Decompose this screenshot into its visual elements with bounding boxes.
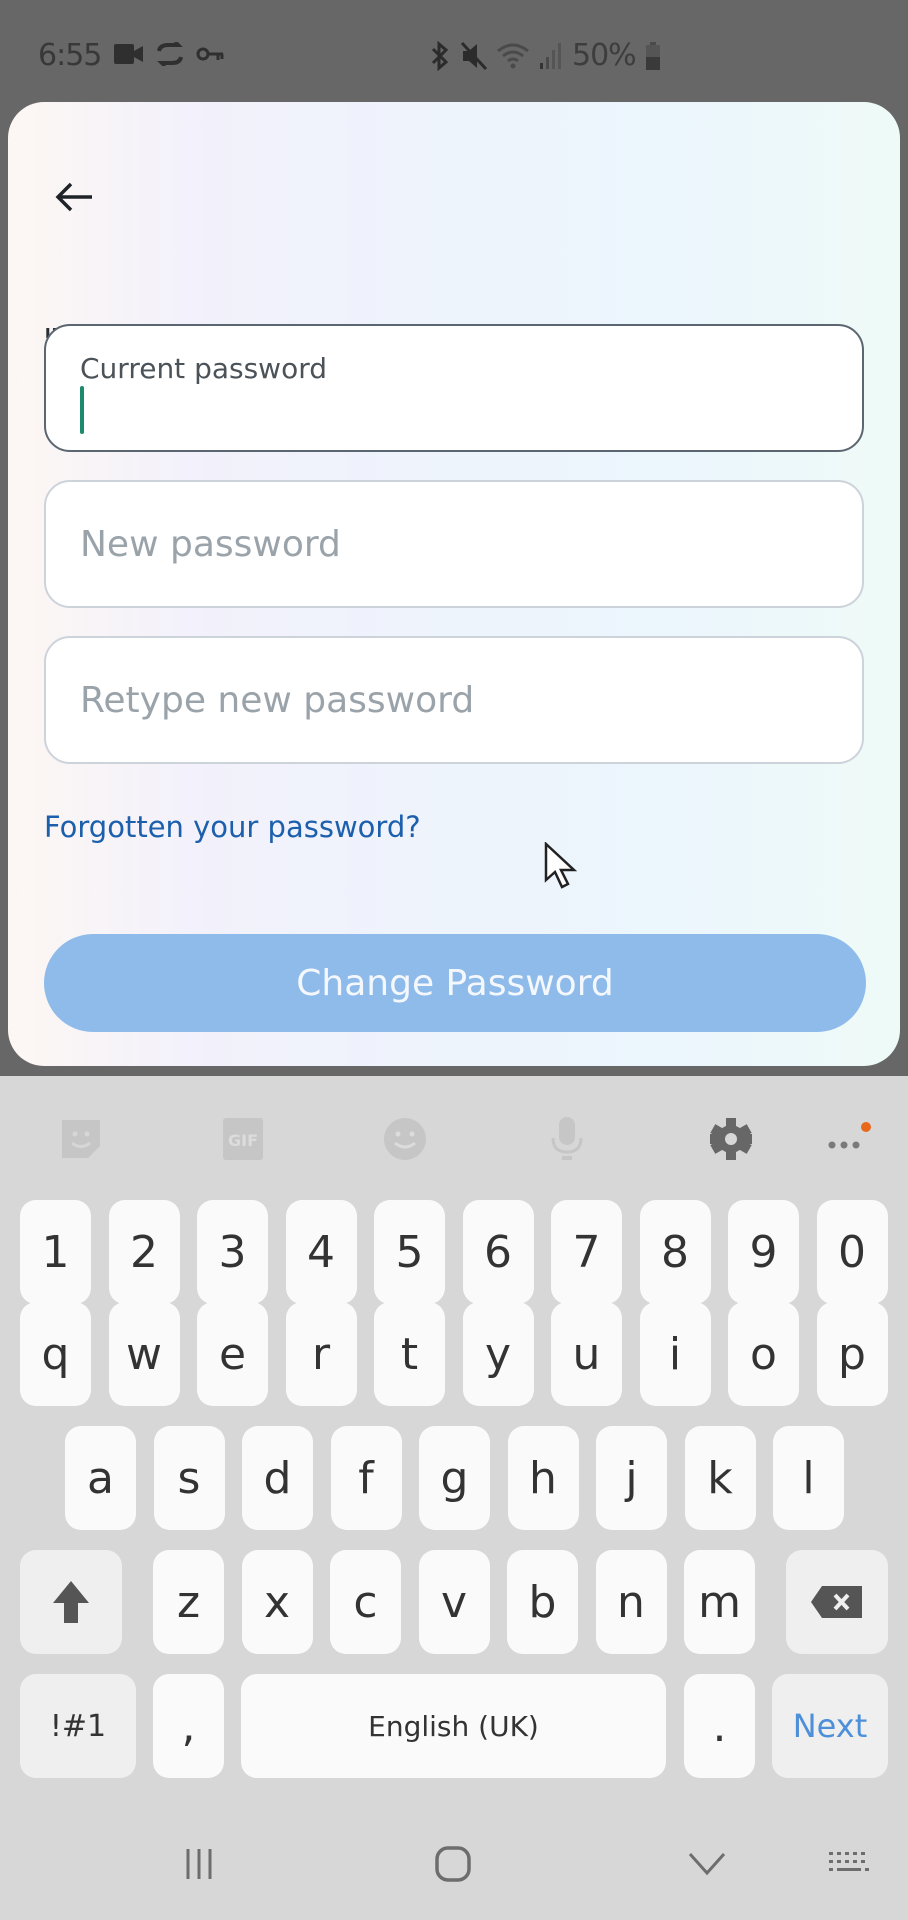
- key-row-zxcv: zxcvbnm: [0, 1550, 908, 1654]
- key-4[interactable]: 4: [285, 1200, 357, 1304]
- soft-keyboard: GIF 1234567890 qwertyuiop asdfghjkl zxcv…: [0, 1076, 908, 1806]
- key-l[interactable]: l: [773, 1426, 844, 1530]
- status-bar: 6:55 50%: [0, 0, 908, 100]
- key-e[interactable]: e: [197, 1302, 268, 1406]
- key-2[interactable]: 2: [108, 1200, 180, 1304]
- shift-arrow-icon: [53, 1581, 89, 1623]
- mute-icon: [460, 41, 488, 70]
- key-0[interactable]: 0: [816, 1200, 888, 1304]
- keyboard-switch-icon: [829, 1852, 869, 1871]
- keyboard-switch-button[interactable]: [814, 1834, 884, 1894]
- key-h[interactable]: h: [507, 1426, 579, 1530]
- key-7[interactable]: 7: [551, 1200, 622, 1304]
- key-icon: [196, 47, 224, 61]
- backspace-key[interactable]: [786, 1550, 888, 1654]
- comma-key[interactable]: ,: [153, 1674, 224, 1778]
- key-f[interactable]: f: [330, 1426, 402, 1530]
- back-chevron-icon: [688, 1852, 726, 1876]
- svg-text:GIF: GIF: [228, 1131, 258, 1150]
- forgot-password-link[interactable]: Forgotten your password?: [44, 810, 421, 844]
- battery-icon: [645, 41, 660, 70]
- mouse-pointer-icon: [544, 842, 578, 889]
- back-arrow-icon: [55, 182, 92, 212]
- key-s[interactable]: s: [153, 1426, 225, 1530]
- key-r[interactable]: r: [285, 1302, 357, 1406]
- retype-password-placeholder: Retype new password: [80, 680, 475, 721]
- emoji-icon[interactable]: [378, 1112, 432, 1166]
- key-x[interactable]: x: [241, 1550, 313, 1654]
- key-w[interactable]: w: [108, 1302, 180, 1406]
- recents-icon: [186, 1849, 212, 1879]
- key-j[interactable]: j: [596, 1426, 667, 1530]
- keyboard-toolbar: GIF: [0, 1076, 908, 1202]
- key-m[interactable]: m: [684, 1550, 755, 1654]
- key-a[interactable]: a: [65, 1426, 136, 1530]
- retype-password-field[interactable]: Retype new password: [44, 636, 864, 764]
- key-c[interactable]: c: [330, 1550, 401, 1654]
- symbols-key[interactable]: !#1: [20, 1674, 136, 1778]
- key-p[interactable]: p: [816, 1302, 888, 1406]
- text-caret: [80, 386, 84, 434]
- key-6[interactable]: 6: [462, 1200, 534, 1304]
- settings-icon[interactable]: [704, 1112, 758, 1166]
- wifi-icon: [497, 43, 529, 68]
- battery-percent: 50%: [572, 38, 637, 73]
- number-row: 1234567890: [0, 1200, 908, 1304]
- sticker-icon[interactable]: [54, 1112, 108, 1166]
- current-password-label: Current password: [80, 352, 327, 385]
- key-u[interactable]: u: [551, 1302, 622, 1406]
- home-icon: [435, 1846, 471, 1882]
- status-time: 6:55: [38, 38, 102, 73]
- key-y[interactable]: y: [462, 1302, 534, 1406]
- key-row-qwerty: qwertyuiop: [0, 1302, 908, 1406]
- key-3[interactable]: 3: [197, 1200, 268, 1304]
- microphone-icon[interactable]: [540, 1112, 594, 1166]
- key-row-bottom: !#1 , English (UK) . Next: [0, 1674, 908, 1778]
- key-v[interactable]: v: [418, 1550, 490, 1654]
- backspace-icon: [811, 1586, 862, 1618]
- sync-icon: [157, 42, 183, 66]
- key-k[interactable]: k: [684, 1426, 756, 1530]
- period-key[interactable]: .: [684, 1674, 755, 1778]
- signal-icon: [540, 42, 561, 69]
- change-password-sheet: letters and special characters (!$@%). C…: [8, 102, 900, 1066]
- change-password-button[interactable]: Change Password: [44, 934, 866, 1032]
- key-o[interactable]: o: [728, 1302, 799, 1406]
- key-d[interactable]: d: [242, 1426, 313, 1530]
- shift-key[interactable]: [20, 1550, 122, 1654]
- bluetooth-icon: [431, 40, 449, 71]
- key-row-asdf: asdfghjkl: [0, 1426, 908, 1530]
- key-z[interactable]: z: [153, 1550, 224, 1654]
- new-password-field[interactable]: New password: [44, 480, 864, 608]
- current-password-field[interactable]: Current password: [44, 324, 864, 452]
- video-camera-icon: [114, 44, 143, 64]
- key-i[interactable]: i: [639, 1302, 711, 1406]
- navigation-bar: [0, 1806, 908, 1920]
- key-5[interactable]: 5: [374, 1200, 445, 1304]
- next-key[interactable]: Next: [772, 1674, 888, 1778]
- key-b[interactable]: b: [507, 1550, 578, 1654]
- key-n[interactable]: n: [595, 1550, 667, 1654]
- space-key[interactable]: English (UK): [241, 1674, 666, 1778]
- key-q[interactable]: q: [20, 1302, 91, 1406]
- recents-button[interactable]: [164, 1834, 234, 1894]
- more-icon[interactable]: [820, 1112, 874, 1166]
- key-1[interactable]: 1: [20, 1200, 91, 1304]
- key-9[interactable]: 9: [728, 1200, 799, 1304]
- back-button[interactable]: [44, 172, 104, 222]
- gif-icon[interactable]: GIF: [216, 1112, 270, 1166]
- key-g[interactable]: g: [419, 1426, 490, 1530]
- home-button[interactable]: [418, 1834, 488, 1894]
- new-password-placeholder: New password: [80, 524, 341, 565]
- hide-keyboard-button[interactable]: [672, 1834, 742, 1894]
- key-8[interactable]: 8: [639, 1200, 711, 1304]
- key-t[interactable]: t: [374, 1302, 445, 1406]
